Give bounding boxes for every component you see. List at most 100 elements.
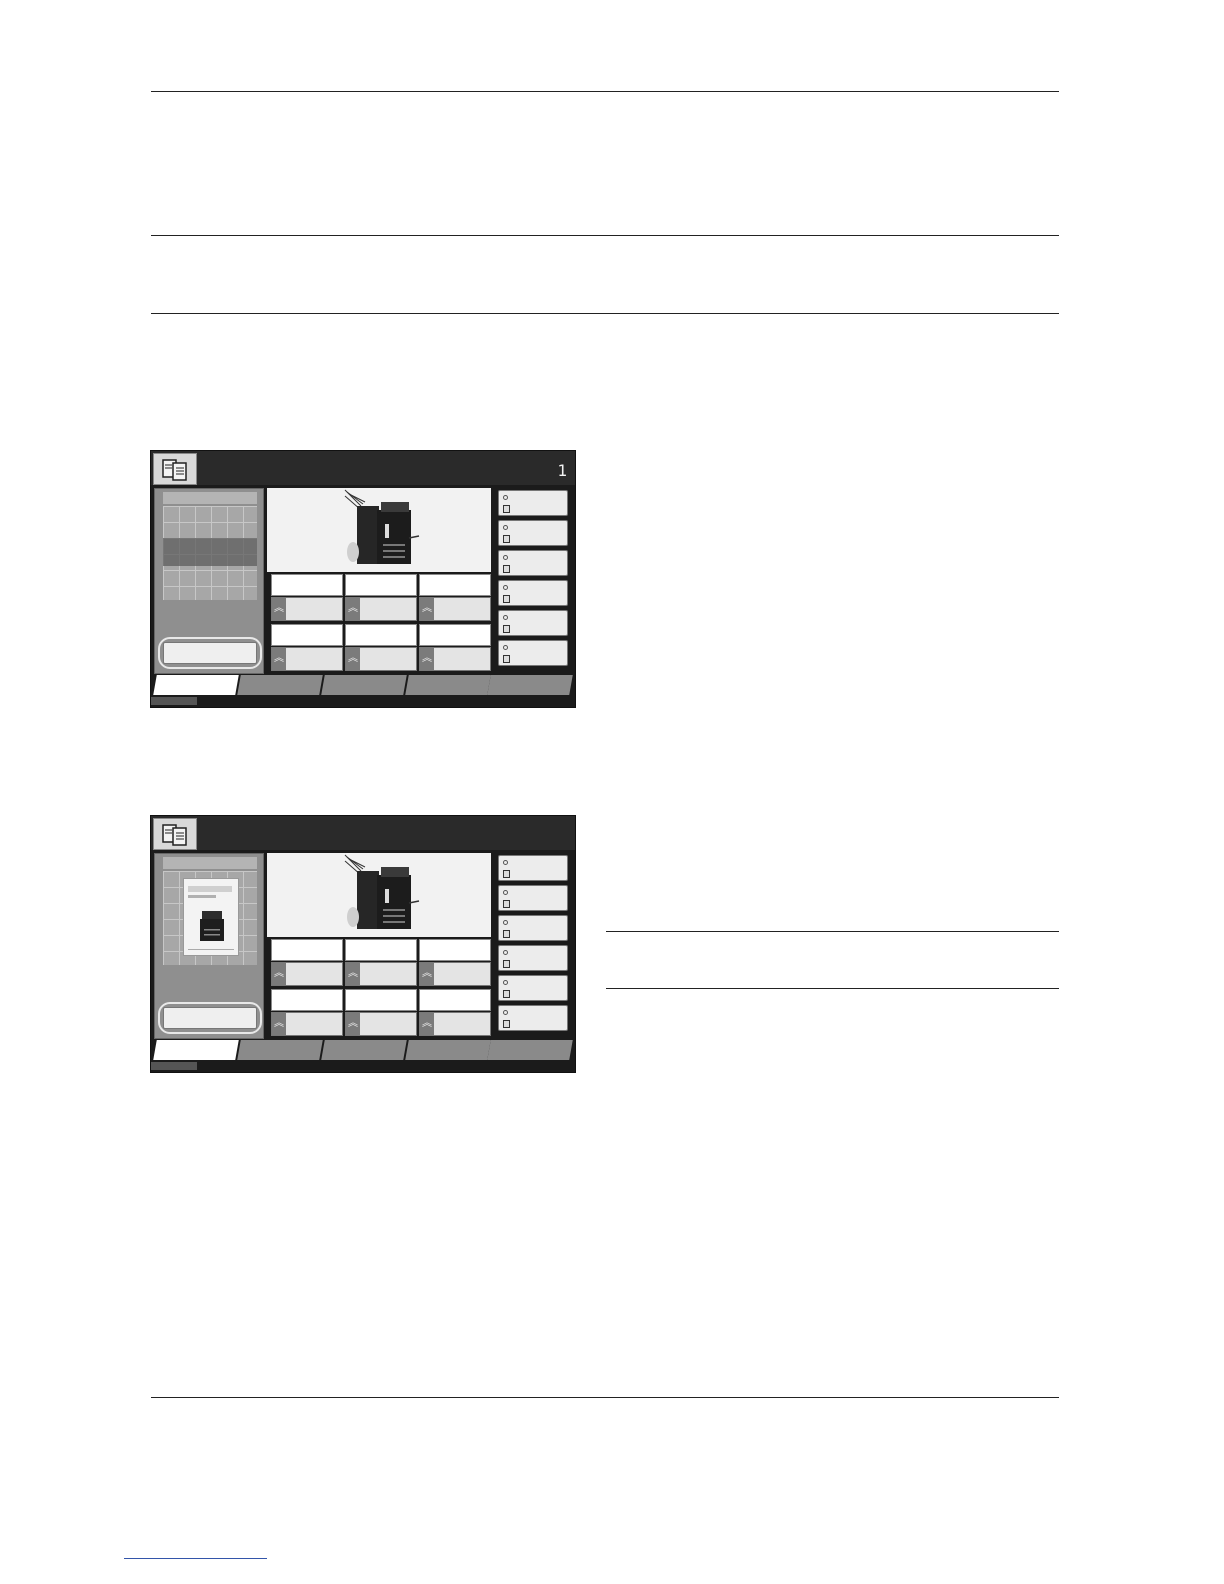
side-key-3[interactable] [498,915,568,941]
tab-4[interactable] [405,675,491,695]
circle-icon [503,1010,508,1015]
copies-count: 1 [557,461,567,480]
tab-2[interactable] [237,675,323,695]
tab-4[interactable] [405,1040,491,1060]
title-bar: 1 [151,451,575,485]
function-key-4[interactable]: ︽ [271,624,343,671]
note-rule-bottom [606,988,1059,989]
function-key-button[interactable]: ︽ [419,962,491,986]
favorite-icon [503,595,510,603]
function-key-value [419,989,491,1011]
function-key-button[interactable]: ︽ [345,962,417,986]
side-key-4[interactable] [498,945,568,971]
side-key-5[interactable] [498,975,568,1001]
footer-rule [151,1397,1059,1398]
favorite-icon [503,625,510,633]
circle-icon [503,555,508,560]
tab-2[interactable] [237,1040,323,1060]
function-key-value [419,624,491,646]
circle-icon [503,980,508,985]
copy-icon[interactable] [153,818,197,850]
function-key-2[interactable]: ︽ [345,939,417,986]
side-key-3[interactable] [498,550,568,576]
function-key-value [271,939,343,961]
side-key-6[interactable] [498,1005,568,1031]
preview-empty-band [163,538,257,566]
function-key-3[interactable]: ︽ [419,939,491,986]
tab-5[interactable] [487,1040,573,1060]
circle-icon [503,585,508,590]
function-key-button[interactable]: ︽ [271,647,343,671]
function-key-button[interactable]: ︽ [345,597,417,621]
function-key-3[interactable]: ︽ [419,574,491,621]
function-key-button[interactable]: ︽ [419,1012,491,1036]
chevron-up-icon: ︽ [272,963,286,985]
status-strip [151,697,197,705]
favorite-icon [503,1020,510,1028]
tab-3[interactable] [321,1040,407,1060]
preview-header [163,492,257,504]
chevron-up-icon: ︽ [346,1013,360,1035]
circle-icon [503,890,508,895]
page-title-block [188,886,232,892]
circle-icon [503,645,508,650]
page-subtitle-block [188,895,216,898]
function-key-button[interactable]: ︽ [345,1012,417,1036]
function-key-button[interactable]: ︽ [345,647,417,671]
preview-pane [154,853,264,1039]
function-key-1[interactable]: ︽ [271,939,343,986]
function-key-1[interactable]: ︽ [271,574,343,621]
tab-1[interactable] [153,675,239,695]
side-key-2[interactable] [498,885,568,911]
function-key-value [271,624,343,646]
side-key-4[interactable] [498,580,568,606]
footer-link-underline [124,1558,267,1559]
copy-icon[interactable] [153,453,197,485]
tab-bar [151,1040,575,1060]
function-key-button[interactable]: ︽ [271,597,343,621]
favorite-icon [503,990,510,998]
tab-1[interactable] [153,1040,239,1060]
circle-icon [503,615,508,620]
chevron-up-icon: ︽ [272,1013,286,1035]
function-key-value [271,989,343,1011]
header-rule-top [151,91,1059,92]
function-key-5[interactable]: ︽ [345,989,417,1036]
favorite-icon [503,930,510,938]
section-rule-lower [151,313,1059,314]
function-key-button[interactable]: ︽ [419,647,491,671]
function-key-4[interactable]: ︽ [271,989,343,1036]
preview-header [163,857,257,869]
favorite-icon [503,870,510,878]
side-key-5[interactable] [498,610,568,636]
circle-icon [503,525,508,530]
function-key-2[interactable]: ︽ [345,574,417,621]
tab-bar [151,675,575,695]
scanned-page-preview [183,878,239,956]
function-key-value [345,989,417,1011]
function-key-6[interactable]: ︽ [419,624,491,671]
function-key-button[interactable]: ︽ [419,597,491,621]
favorite-icon [503,505,510,513]
tab-5[interactable] [487,675,573,695]
chevron-up-icon: ︽ [346,598,360,620]
page-printer-image [200,911,224,941]
function-key-6[interactable]: ︽ [419,989,491,1036]
status-strip [151,1062,197,1070]
page-footer-line [188,949,234,950]
circle-icon [503,860,508,865]
function-key-button[interactable]: ︽ [271,1012,343,1036]
favorite-icon [503,535,510,543]
side-key-6[interactable] [498,640,568,666]
tab-3[interactable] [321,675,407,695]
preview-button[interactable] [163,1007,257,1029]
function-key-5[interactable]: ︽ [345,624,417,671]
side-key-2[interactable] [498,520,568,546]
favorite-icon [503,960,510,968]
machine-image [267,853,491,937]
copy-screen-with-preview: ︽ ︽ ︽ ︽ ︽ ︽ [150,815,576,1073]
side-key-1[interactable] [498,490,568,516]
preview-button[interactable] [163,642,257,664]
function-key-button[interactable]: ︽ [271,962,343,986]
side-key-1[interactable] [498,855,568,881]
